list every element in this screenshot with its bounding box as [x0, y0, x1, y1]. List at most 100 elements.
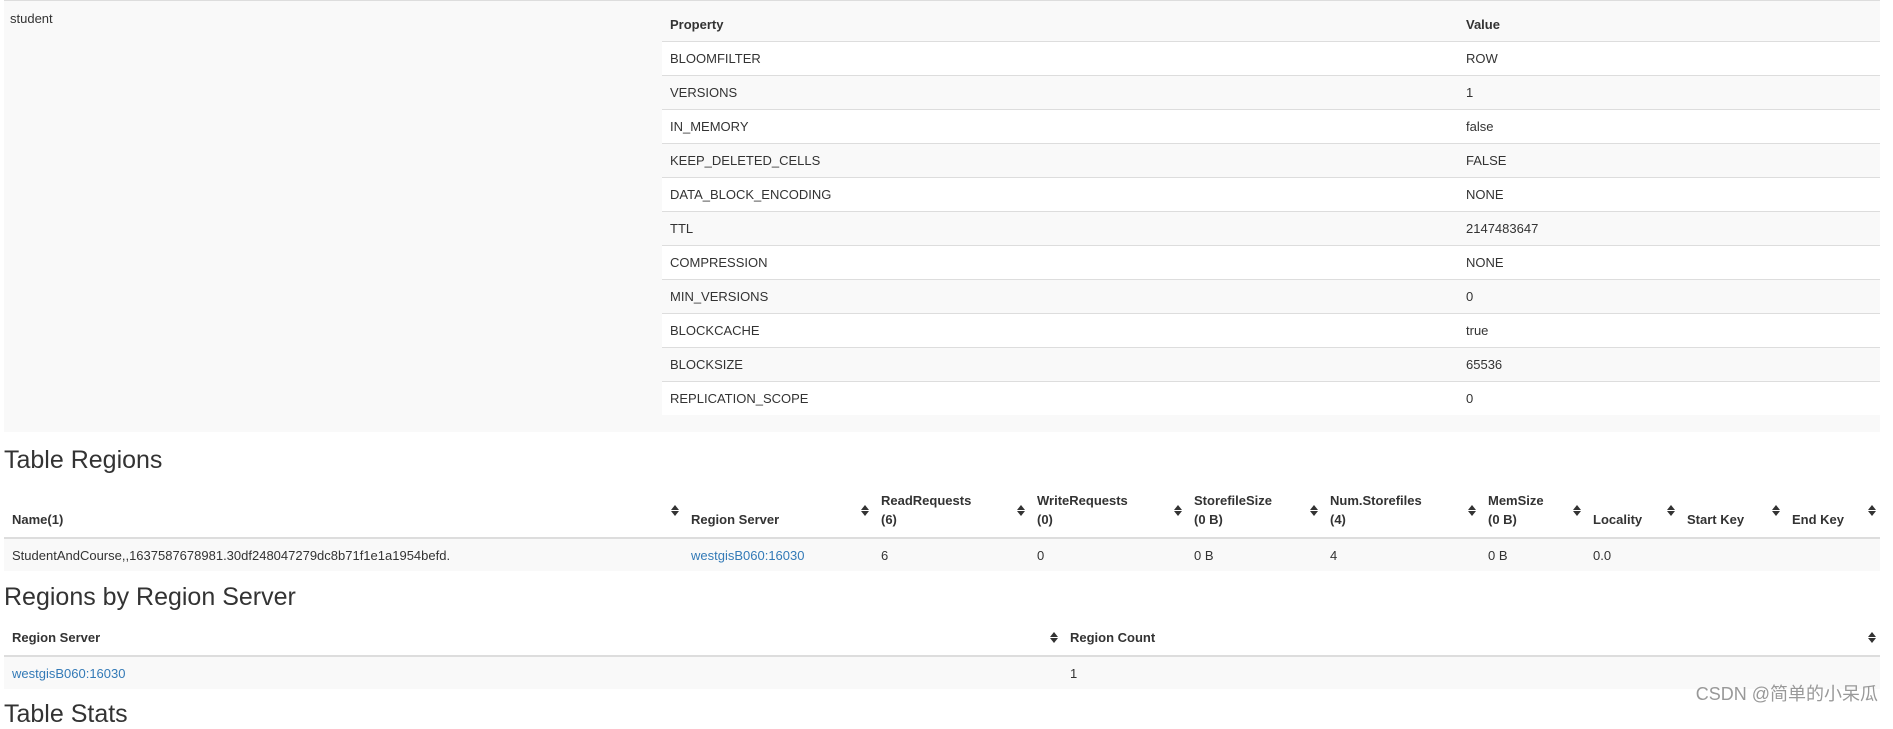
property-value-cell: 2147483647	[1458, 211, 1880, 246]
column-family-properties-table: Property Value BLOOMFILTER ROW VERSIONS 1 IN…	[662, 9, 1880, 415]
sort-icon[interactable]	[1868, 504, 1876, 518]
property-value-cell: 1	[1458, 75, 1880, 110]
regions-by-server-header-row: Region Server Region Count	[4, 620, 1880, 657]
properties-header-row: Property Value	[662, 9, 1880, 42]
region-count-header-label: Region Count	[1070, 630, 1156, 645]
property-name-cell: DATA_BLOCK_ENCODING	[662, 177, 1458, 212]
regions-column-header[interactable]: WriteRequests (0)	[1029, 485, 1186, 539]
region-mem-size-cell: 0 B	[1480, 538, 1585, 571]
property-row: TTL 2147483647	[662, 211, 1880, 246]
column-header-line2: (0 B)	[1194, 512, 1223, 527]
property-value-cell: NONE	[1458, 177, 1880, 212]
property-column-header: Property	[662, 9, 1458, 42]
regions-column-header[interactable]: Num.Storefiles (4)	[1322, 485, 1480, 539]
watermark: CSDN @简单的小呆瓜	[1695, 684, 1878, 704]
region-server-link[interactable]: westgisB060:16030	[12, 666, 125, 681]
sort-icon[interactable]	[1573, 504, 1581, 518]
table-stats-heading: Table Stats	[4, 700, 128, 728]
column-header-line1: StorefileSize	[1194, 493, 1273, 508]
region-server-column-header[interactable]: Region Server	[4, 620, 1062, 657]
property-value-cell: FALSE	[1458, 143, 1880, 178]
regions-column-header[interactable]: Locality	[1585, 485, 1679, 539]
column-header-line2: (4)	[1330, 512, 1346, 527]
column-header-line1: WriteRequests	[1037, 493, 1128, 508]
column-header-line1: MemSize	[1488, 493, 1544, 508]
property-row: BLOOMFILTER ROW	[662, 41, 1880, 76]
column-header-line1: Num.Storefiles	[1330, 493, 1422, 508]
property-value-cell: 0	[1458, 381, 1880, 415]
property-name-cell: VERSIONS	[662, 75, 1458, 110]
column-header-line1: ReadRequests	[881, 493, 972, 508]
sort-icon[interactable]	[1050, 631, 1058, 645]
property-row: VERSIONS 1	[662, 75, 1880, 110]
property-row: COMPRESSION NONE	[662, 245, 1880, 280]
property-row: BLOCKSIZE 65536	[662, 347, 1880, 382]
sort-icon[interactable]	[1174, 504, 1182, 518]
column-header-line2: Start Key	[1687, 512, 1745, 527]
column-family-block: student Property Value BLOOMFILTER ROW VER…	[4, 0, 1880, 432]
region-storefile-size-cell: 0 B	[1186, 538, 1322, 571]
property-row: IN_MEMORY false	[662, 109, 1880, 144]
regions-column-header[interactable]: Start Key	[1679, 485, 1784, 539]
column-header-line2: (0 B)	[1488, 512, 1517, 527]
regions-by-server-table: Region Server Region Count westgisB060:1…	[4, 620, 1880, 689]
region-server-header-label: Region Server	[12, 630, 101, 645]
region-num-storefiles-cell: 4	[1322, 538, 1480, 571]
table-regions-heading: Table Regions	[4, 446, 163, 474]
table-regions-header-row: Name(1) Region Server ReadRequests (6) Write…	[4, 485, 1880, 539]
property-row: MIN_VERSIONS 0	[662, 279, 1880, 314]
property-name-cell: BLOCKCACHE	[662, 313, 1458, 348]
sort-icon[interactable]	[1772, 504, 1780, 518]
property-value-cell: 0	[1458, 279, 1880, 314]
region-region-server-cell: westgisB060:16030	[683, 538, 873, 571]
region-locality-cell: 0.0	[1585, 538, 1679, 571]
sort-icon[interactable]	[1667, 504, 1675, 518]
table-row: StudentAndCourse,,1637587678981.30df2480…	[4, 538, 1880, 571]
region-name-cell: StudentAndCourse,,1637587678981.30df2480…	[4, 538, 683, 571]
table-row: westgisB060:16030 1	[4, 656, 1880, 689]
region-count-column-header[interactable]: Region Count	[1062, 620, 1880, 657]
regions-by-server-heading: Regions by Region Server	[4, 583, 296, 611]
sort-icon[interactable]	[1468, 504, 1476, 518]
sort-icon[interactable]	[1017, 504, 1025, 518]
property-row: REPLICATION_SCOPE 0	[662, 381, 1880, 415]
property-row: BLOCKCACHE true	[662, 313, 1880, 348]
property-value-cell: true	[1458, 313, 1880, 348]
property-name-cell: MIN_VERSIONS	[662, 279, 1458, 314]
region-server-cell: westgisB060:16030	[4, 656, 1062, 689]
column-header-line2: Name(1)	[12, 512, 64, 527]
table-regions-table: Name(1) Region Server ReadRequests (6) Write…	[4, 485, 1880, 571]
regions-column-header[interactable]: Region Server	[683, 485, 873, 539]
region-write-requests-cell: 0	[1029, 538, 1186, 571]
property-name-cell: KEEP_DELETED_CELLS	[662, 143, 1458, 178]
property-row: DATA_BLOCK_ENCODING NONE	[662, 177, 1880, 212]
sort-icon[interactable]	[671, 504, 679, 518]
property-name-cell: TTL	[662, 211, 1458, 246]
property-name-cell: IN_MEMORY	[662, 109, 1458, 144]
property-name-cell: BLOOMFILTER	[662, 41, 1458, 76]
column-header-line2: (0)	[1037, 512, 1053, 527]
regions-column-header[interactable]: StorefileSize (0 B)	[1186, 485, 1322, 539]
regions-column-header[interactable]: MemSize (0 B)	[1480, 485, 1585, 539]
property-value-cell: false	[1458, 109, 1880, 144]
property-value-cell: ROW	[1458, 41, 1880, 76]
column-header-line2: (6)	[881, 512, 897, 527]
property-value-cell: 65536	[1458, 347, 1880, 382]
sort-icon[interactable]	[1310, 504, 1318, 518]
value-column-header: Value	[1458, 9, 1880, 42]
regions-column-header[interactable]: Name(1)	[4, 485, 683, 539]
property-name-cell: COMPRESSION	[662, 245, 1458, 280]
regions-column-header[interactable]: End Key	[1784, 485, 1880, 539]
sort-icon[interactable]	[1868, 631, 1876, 645]
column-header-line2: Locality	[1593, 512, 1643, 527]
property-name-cell: REPLICATION_SCOPE	[662, 381, 1458, 415]
region-start-key-cell	[1679, 538, 1784, 571]
regions-column-header[interactable]: ReadRequests (6)	[873, 485, 1029, 539]
property-name-cell: BLOCKSIZE	[662, 347, 1458, 382]
region-read-requests-cell: 6	[873, 538, 1029, 571]
column-header-line2: End Key	[1792, 512, 1845, 527]
region-server-link[interactable]: westgisB060:16030	[691, 548, 804, 563]
column-family-name: student	[10, 11, 53, 26]
column-header-line2: Region Server	[691, 512, 780, 527]
sort-icon[interactable]	[861, 504, 869, 518]
